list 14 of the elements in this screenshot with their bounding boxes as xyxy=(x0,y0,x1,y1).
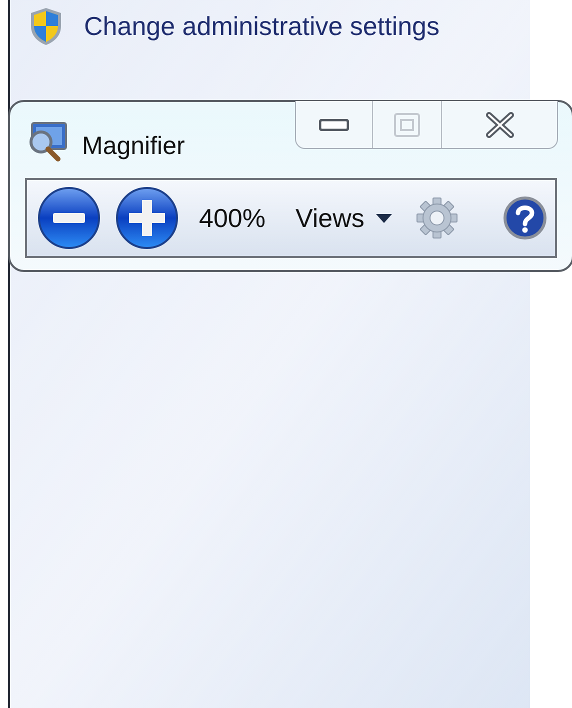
zoom-out-button[interactable] xyxy=(37,186,101,250)
minimize-icon xyxy=(319,118,349,130)
window-title: Magnifier xyxy=(82,131,185,162)
caret-icon xyxy=(376,214,392,222)
shield-icon xyxy=(28,6,64,46)
views-button[interactable]: Views xyxy=(296,198,392,238)
close-icon xyxy=(484,112,514,138)
admin-settings-label: Change administrative settings xyxy=(84,10,440,42)
zoom-level: 400% xyxy=(199,202,266,234)
maximize-icon xyxy=(394,112,420,136)
settings-button[interactable] xyxy=(415,196,459,240)
help-button[interactable] xyxy=(503,196,547,240)
admin-settings-link[interactable]: Change administrative settings xyxy=(28,6,530,46)
zoom-in-button[interactable] xyxy=(115,186,179,250)
